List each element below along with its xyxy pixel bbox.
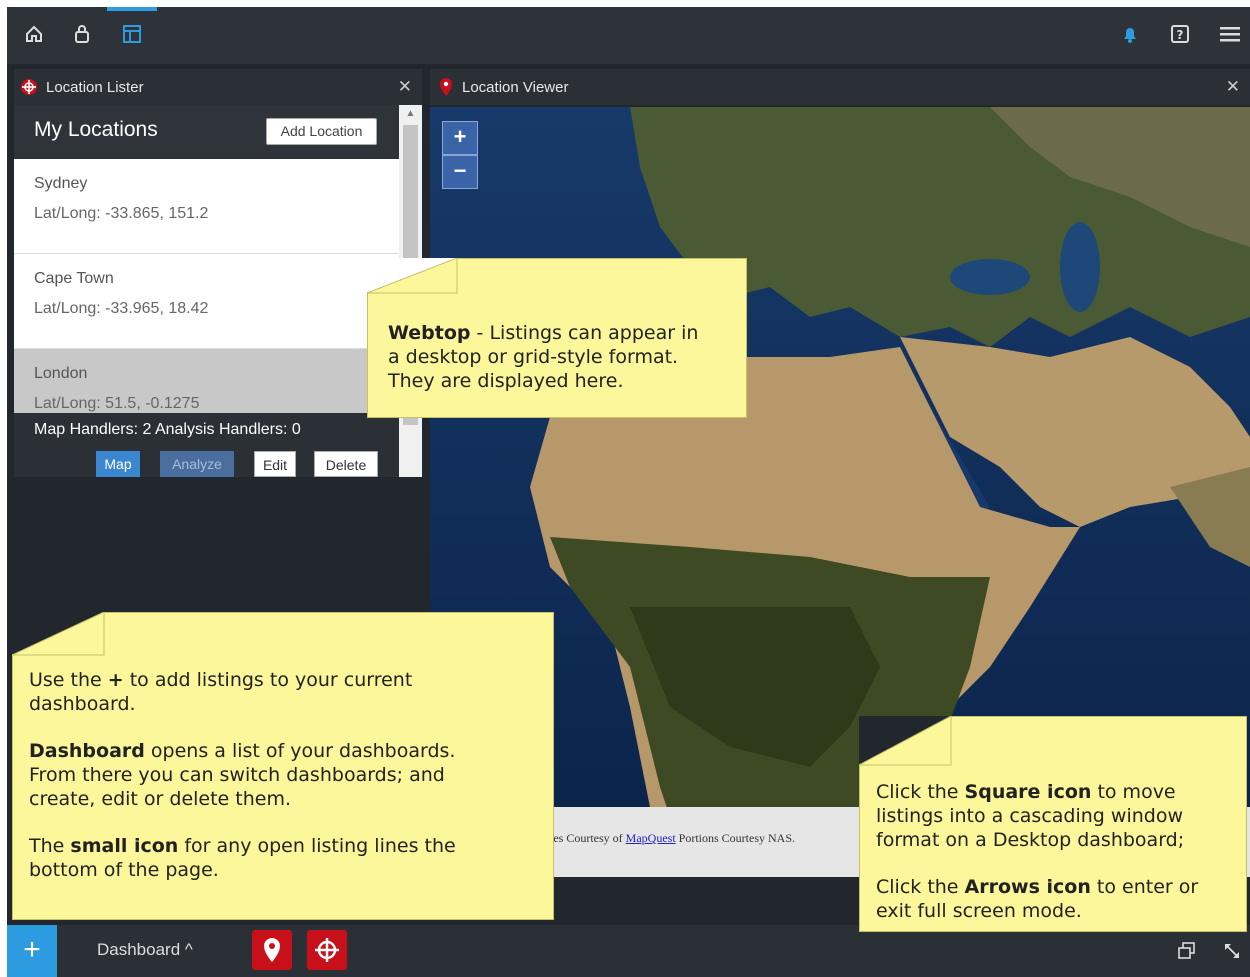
- attribution-suffix: Portions Courtesy NAS.: [675, 831, 795, 845]
- note-text: opens a list of your dashboards.: [144, 740, 456, 762]
- analyze-button[interactable]: Analyze: [160, 451, 234, 477]
- note-text: - Listings can appear in: [470, 322, 699, 344]
- lister-header: Location Lister ✕: [14, 69, 422, 105]
- notification-icon[interactable]: [1117, 21, 1143, 47]
- note-bold: small icon: [70, 835, 179, 857]
- map-button[interactable]: Map: [96, 451, 140, 477]
- note-text: for any open listing lines the: [178, 835, 456, 857]
- fullscreen-arrows-icon[interactable]: [1222, 941, 1242, 966]
- mapquest-link[interactable]: MapQuest: [626, 831, 676, 845]
- square-note-line5: exit full screen mode.: [876, 900, 1082, 922]
- dashboard-note-line5: create, edit or delete them.: [29, 788, 292, 810]
- lister-title-bar: My Locations Add Location: [14, 105, 399, 159]
- note-text: to add listings to your current: [123, 669, 413, 691]
- zoom-in-button[interactable]: +: [442, 121, 478, 155]
- list-item[interactable]: Sydney Lat/Long: -33.865, 151.2: [14, 159, 399, 254]
- dashboard-note-line1: Use the + to add listings to your curren…: [29, 668, 412, 692]
- note-text: to enter or: [1090, 876, 1199, 898]
- note-bold: Dashboard: [29, 740, 145, 762]
- edit-button[interactable]: Edit: [254, 451, 296, 477]
- close-icon[interactable]: ✕: [398, 77, 412, 97]
- dashboard-button[interactable]: Dashboard ^: [97, 940, 193, 960]
- top-bar: ?: [7, 7, 1250, 64]
- menu-icon[interactable]: [1217, 21, 1243, 47]
- scroll-up-icon[interactable]: ▲: [402, 108, 419, 122]
- add-location-button[interactable]: Add Location: [266, 118, 377, 145]
- location-coords: Lat/Long: 51.5, -0.1275: [34, 395, 200, 412]
- square-note-line2: listings into a cascading window: [876, 805, 1183, 827]
- crosshair-icon: [20, 78, 38, 96]
- list-item[interactable]: Cape Town Lat/Long: -33.965, 18.42: [14, 254, 399, 349]
- note-text: to move: [1091, 781, 1176, 803]
- note-bold: Square icon: [964, 781, 1092, 803]
- handlers-count: Map Handlers: 2 Analysis Handlers: 0: [34, 421, 301, 438]
- layout-icon[interactable]: [119, 21, 145, 47]
- lister-window-title: Location Lister: [46, 78, 144, 96]
- dashboard-note-line3: Dashboard opens a list of your dashboard…: [29, 739, 455, 763]
- delete-button[interactable]: Delete: [314, 451, 378, 477]
- note-text: Click the: [876, 781, 965, 803]
- note-bold: +: [107, 669, 124, 691]
- webtop-note-line1: Webtop - Listings can appear in: [388, 321, 698, 345]
- webtop-note-line2: a desktop or grid-style format.: [388, 346, 679, 368]
- close-icon[interactable]: ✕: [1226, 77, 1240, 97]
- note-corner: [12, 612, 105, 656]
- svg-text:?: ?: [1177, 28, 1184, 42]
- zoom-out-button[interactable]: −: [442, 155, 478, 189]
- viewer-window-title: Location Viewer: [462, 78, 569, 96]
- note-text: Use the: [29, 669, 108, 691]
- dashboard-note-line2: dashboard.: [29, 693, 136, 715]
- webtop-note-line3: They are displayed here.: [388, 370, 624, 392]
- location-pin-icon[interactable]: [252, 930, 292, 970]
- dashboard-note-line4: From there you can switch dashboards; an…: [29, 764, 445, 786]
- attribution-prefix: les Courtesy of: [550, 831, 626, 845]
- location-name: Cape Town: [34, 270, 114, 287]
- location-coords: Lat/Long: -33.865, 151.2: [34, 205, 209, 222]
- note-text: The: [29, 835, 71, 857]
- home-icon[interactable]: [21, 21, 47, 47]
- cascade-windows-icon[interactable]: [1177, 941, 1197, 966]
- square-note-line1: Click the Square icon to move: [876, 780, 1176, 804]
- attribution-text: les Courtesy of MapQuest Portions Courte…: [550, 831, 795, 846]
- lister-body: My Locations Add Location Sydney Lat/Lon…: [14, 105, 422, 477]
- bag-icon[interactable]: [69, 21, 95, 47]
- location-pin-icon: [438, 77, 454, 97]
- taskbar: + Dashboard ^: [7, 925, 1250, 977]
- note-corner: [367, 258, 458, 294]
- note-bold: Arrows icon: [964, 876, 1091, 898]
- webtop-note: Webtop - Listings can appear in a deskto…: [367, 258, 747, 418]
- note-text: Click the: [876, 876, 965, 898]
- location-name: Sydney: [34, 175, 88, 192]
- viewer-header: Location Viewer ✕: [430, 69, 1250, 105]
- crosshair-icon[interactable]: [307, 930, 347, 970]
- help-icon[interactable]: ?: [1167, 21, 1193, 47]
- note-bold: Webtop: [388, 322, 471, 344]
- active-tab-indicator: [107, 7, 157, 11]
- dashboard-note-line6: The small icon for any open listing line…: [29, 834, 456, 858]
- location-name: London: [34, 365, 88, 382]
- lister-footer: Map Handlers: 2 Analysis Handlers: 0 Map…: [14, 413, 399, 477]
- dashboard-note-line7: bottom of the page.: [29, 859, 219, 881]
- square-note-line4: Click the Arrows icon to enter or: [876, 875, 1198, 899]
- square-icon-note: Click the Square icon to move listings i…: [859, 716, 1247, 932]
- square-note-line3: format on a Desktop dashboard;: [876, 829, 1185, 851]
- list-title: My Locations: [34, 118, 158, 141]
- add-listing-button[interactable]: +: [7, 925, 57, 977]
- dashboard-note: Use the + to add listings to your curren…: [12, 612, 554, 920]
- note-corner: [859, 716, 952, 766]
- location-coords: Lat/Long: -33.965, 18.42: [34, 300, 209, 317]
